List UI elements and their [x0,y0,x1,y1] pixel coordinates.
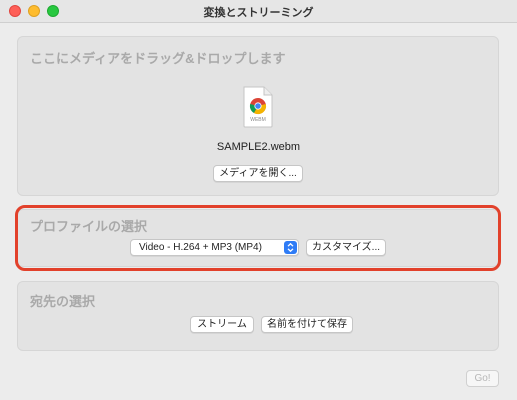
profile-highlight-box [15,205,501,271]
chrome-icon [249,98,267,115]
title-bar: 変換とストリーミング [0,0,517,23]
webm-file-icon: WEBM [243,86,273,128]
save-as-button[interactable]: 名前を付けて保存 [261,316,353,333]
go-button[interactable]: Go! [466,370,499,387]
destination-heading: 宛先の選択 [30,294,96,309]
file-name-label: SAMPLE2.webm [216,141,301,153]
destination-panel: 宛先の選択 [17,281,499,351]
drop-hint: ここにメディアをドラッグ&ドロップします [30,51,286,66]
open-media-button[interactable]: メディアを開く... [213,165,303,182]
convert-stream-window: 変換とストリーミング ここにメディアをドラッグ&ドロップします WEBM SAM… [0,0,517,400]
window-title: 変換とストリーミング [203,7,314,19]
stream-button[interactable]: ストリーム [190,316,254,333]
file-type-caption: WEBM [250,117,266,123]
